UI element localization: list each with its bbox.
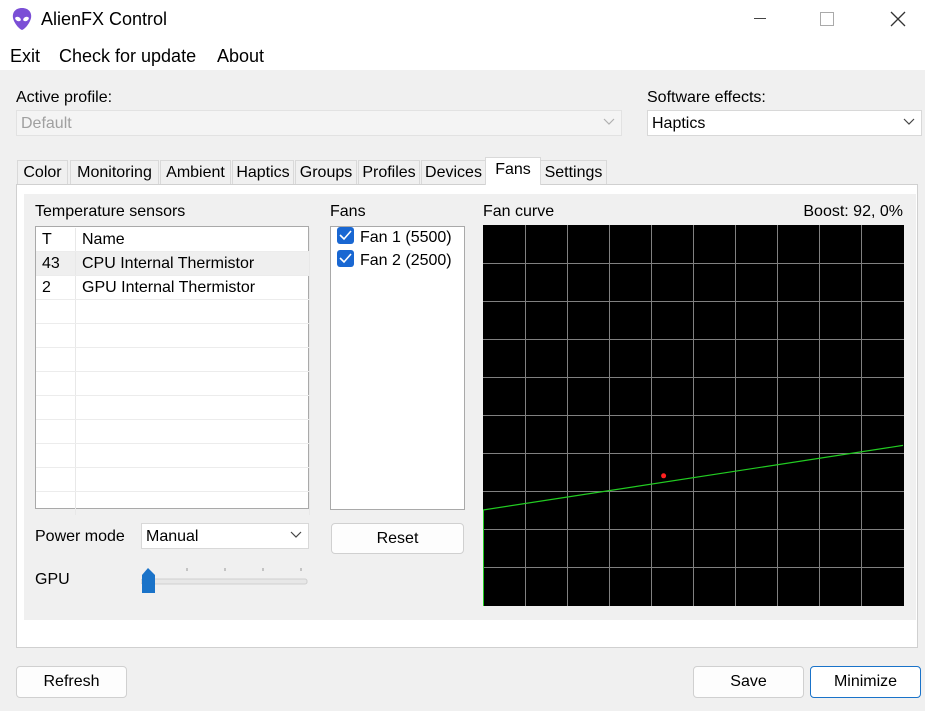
table-row-empty: [36, 347, 310, 372]
fans-title: Fans: [330, 203, 366, 220]
table-row[interactable]: 43 CPU Internal Thermistor: [36, 251, 310, 276]
tab-ambient[interactable]: Ambient: [160, 160, 231, 184]
temperature-sensors-title: Temperature sensors: [35, 203, 186, 220]
table-row-empty: [36, 371, 310, 396]
fan-item-1[interactable]: Fan 1 (5500): [337, 227, 452, 247]
refresh-button[interactable]: Refresh: [16, 666, 127, 698]
tab-fans[interactable]: Fans: [485, 157, 541, 185]
window-title: AlienFX Control: [41, 9, 168, 29]
software-effects-select[interactable]: Haptics: [647, 110, 922, 136]
current-point-marker: [661, 473, 667, 479]
power-mode-value: Manual: [146, 528, 199, 545]
column-header-t[interactable]: T: [36, 228, 76, 252]
sensor-temp: 43: [36, 251, 76, 276]
table-row[interactable]: 2 GPU Internal Thermistor: [36, 275, 310, 300]
chevron-down-icon: [903, 118, 915, 125]
tab-monitoring[interactable]: Monitoring: [70, 160, 159, 184]
close-icon: [890, 11, 906, 27]
close-window-button[interactable]: [875, 0, 921, 38]
reset-button[interactable]: Reset: [331, 523, 464, 554]
table-row-empty: [36, 395, 310, 420]
power-mode-select[interactable]: Manual: [141, 523, 309, 549]
alien-logo-icon: [11, 7, 33, 31]
table-row-empty: [36, 419, 310, 444]
table-row-empty: [36, 299, 310, 324]
active-profile-select[interactable]: Default: [16, 110, 622, 136]
menu-exit[interactable]: Exit: [10, 46, 40, 67]
minimize-icon: [754, 18, 766, 19]
active-profile-label: Active profile:: [16, 89, 113, 106]
fan-item-label: Fan 2 (2500): [360, 252, 452, 269]
tab-settings[interactable]: Settings: [540, 160, 607, 184]
minimize-button[interactable]: Minimize: [810, 666, 921, 698]
minimize-window-button[interactable]: [737, 0, 783, 38]
chevron-down-icon: [290, 531, 302, 538]
boost-readout: Boost: 92, 0%: [803, 203, 903, 220]
fan-item-2[interactable]: Fan 2 (2500): [337, 250, 452, 270]
gpu-slider-thumb: [142, 568, 155, 593]
maximize-window-button[interactable]: [804, 0, 850, 38]
table-row-empty: [36, 323, 310, 348]
table-row-empty: [36, 491, 310, 515]
tab-color[interactable]: Color: [17, 160, 68, 184]
menu-about[interactable]: About: [217, 46, 264, 67]
column-header-name[interactable]: Name: [75, 228, 310, 252]
tab-groups[interactable]: Groups: [295, 160, 357, 184]
temperature-sensors-table: T Name 43 CPU Internal Thermistor 2 GPU …: [36, 228, 310, 515]
menu-check-for-update[interactable]: Check for update: [59, 46, 196, 67]
chevron-down-icon: [603, 118, 615, 125]
maximize-icon: [820, 12, 834, 26]
tab-devices[interactable]: Devices: [421, 160, 486, 184]
table-row-empty: [36, 467, 310, 492]
gpu-slider-track: [140, 568, 308, 593]
fan-item-label: Fan 1 (5500): [360, 229, 452, 246]
software-effects-label: Software effects:: [647, 89, 766, 106]
gpu-slider[interactable]: [140, 565, 309, 595]
tab-haptics[interactable]: Haptics: [232, 160, 294, 184]
sensor-name: CPU Internal Thermistor: [75, 251, 310, 276]
sensor-name: GPU Internal Thermistor: [75, 275, 310, 300]
fan-curve-title: Fan curve: [483, 203, 555, 220]
table-header-row: T Name: [36, 228, 310, 252]
tab-profiles[interactable]: Profiles: [358, 160, 420, 184]
software-effects-value: Haptics: [652, 115, 706, 132]
gpu-label: GPU: [35, 571, 70, 588]
table-row-empty: [36, 443, 310, 468]
active-profile-value: Default: [21, 115, 72, 132]
checkbox-checked-icon[interactable]: [337, 250, 354, 268]
fan-curve-chart[interactable]: [483, 225, 904, 606]
checkbox-checked-icon[interactable]: [337, 227, 354, 245]
sensor-temp: 2: [36, 275, 76, 300]
power-mode-label: Power mode: [35, 528, 125, 545]
save-button[interactable]: Save: [693, 666, 804, 698]
